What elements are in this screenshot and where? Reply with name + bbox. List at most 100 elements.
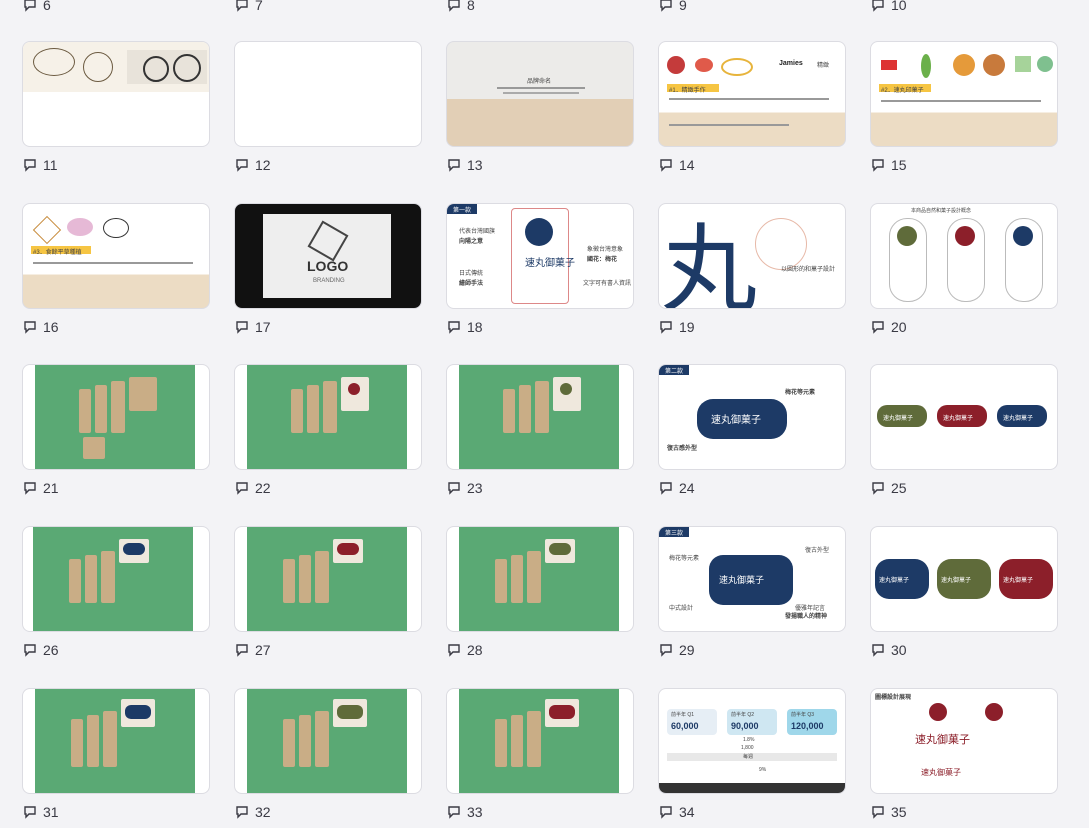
slide-thumbnail-15[interactable]: #2．速丸印菓子 — [870, 41, 1058, 147]
comment-count-10: 10 — [871, 0, 907, 14]
emblem — [929, 703, 947, 721]
box — [503, 389, 515, 433]
comment-count-19: 19 — [659, 318, 695, 336]
brand-text: 速丸御菓子 — [943, 416, 974, 422]
slide-thumbnail-29[interactable]: 第三款 速丸御菓子 梅花等元素 復古外型 中式設計 優雅年記言 發揚職人的精神 — [658, 526, 846, 632]
slide-thumbnail-31[interactable] — [22, 688, 210, 794]
box — [495, 559, 507, 603]
box — [519, 385, 531, 433]
slide-thumbnail-13[interactable]: 品牌命名 — [446, 41, 634, 147]
leaf-icon — [921, 54, 931, 78]
comment-icon — [660, 644, 672, 657]
slide-number: 31 — [43, 804, 59, 820]
slide-number: 8 — [467, 0, 475, 13]
slide-thumbnail-32[interactable] — [234, 688, 422, 794]
brand-text: 速丸御菓子 — [915, 734, 970, 746]
comment-icon — [872, 0, 884, 12]
knot-icon — [695, 58, 713, 72]
slide-thumbnail-33[interactable] — [446, 688, 634, 794]
slide-number: 24 — [679, 480, 695, 496]
note: 向陽之意 — [459, 239, 484, 245]
slide-thumbnail-24[interactable]: 第二款 速丸御菓子 梅花等元素 復古感外型 — [658, 364, 846, 470]
comment-count-27: 27 — [235, 641, 271, 659]
emblem — [1013, 226, 1033, 246]
emblem — [955, 226, 975, 246]
note: 復古外型 — [805, 548, 830, 554]
slide-thumbnail-22[interactable] — [234, 364, 422, 470]
slide-grid: 6 7 8 9 10 11 12 品牌命名 13 Jamies 精緻 #1．精緻… — [0, 0, 1089, 828]
badge-text: 第二款 — [665, 369, 684, 375]
text-line — [881, 100, 1041, 102]
box — [307, 385, 319, 433]
comment-icon — [236, 321, 248, 334]
slide-thumbnail-14[interactable]: Jamies 精緻 #1．精緻手作 — [658, 41, 846, 147]
note: 日式傳統 — [459, 271, 484, 277]
comment-icon — [236, 0, 248, 12]
comment-count-17: 17 — [235, 318, 271, 336]
comment-icon — [660, 321, 672, 334]
text-line — [33, 262, 193, 264]
box — [299, 715, 311, 767]
stat-sub: 1.8% — [743, 737, 755, 743]
seal — [560, 383, 572, 395]
food-icon — [1037, 56, 1053, 72]
box — [315, 551, 329, 603]
slide-thumbnail-26[interactable] — [22, 526, 210, 632]
slide-thumbnail-23[interactable] — [446, 364, 634, 470]
brand-text: 速丸御菓子 — [1003, 578, 1034, 584]
note: 發揚職人的精神 — [785, 614, 828, 620]
box — [527, 551, 541, 603]
slide-thumbnail-28[interactable] — [446, 526, 634, 632]
stat-value: 120,000 — [791, 721, 824, 731]
box — [111, 381, 125, 433]
stat-value: 60,000 — [671, 721, 699, 731]
slide-number: 18 — [467, 319, 483, 335]
comment-count-21: 21 — [23, 479, 59, 497]
brand-text: 速丸御菓子 — [941, 578, 972, 584]
slide-number: 13 — [467, 157, 483, 173]
slide-title: 圖標設計展現 — [875, 695, 912, 701]
slide-thumbnail-30[interactable]: 速丸御菓子 速丸御菓子 速丸御菓子 — [870, 526, 1058, 632]
slide-thumbnail-34[interactable]: 前半年 Q1 60,000 前半年 Q2 90,000 前半年 Q3 120,0… — [658, 688, 846, 794]
slide-thumbnail-19[interactable]: 丸 以圓形的和菓子設計 — [658, 203, 846, 309]
comment-count-32: 32 — [235, 803, 271, 821]
comment-icon — [660, 482, 672, 495]
slide-number: 23 — [467, 480, 483, 496]
slide-thumbnail-35[interactable]: 圖標設計展現 速丸御菓子 速丸御菓子 — [870, 688, 1058, 794]
slide-thumbnail-25[interactable]: 速丸御菓子 速丸御菓子 速丸御菓子 — [870, 364, 1058, 470]
knot-icon — [667, 56, 685, 74]
comment-count-25: 25 — [871, 479, 907, 497]
note: 以圓形的和菓子設計 — [781, 267, 836, 273]
slide-thumbnail-11[interactable] — [22, 41, 210, 147]
slide-thumbnail-21[interactable] — [22, 364, 210, 470]
food-icon — [953, 54, 975, 76]
slide-thumbnail-16[interactable]: #3．食餘平草種植 — [22, 203, 210, 309]
slide-tag: #2．速丸印菓子 — [881, 88, 924, 94]
slide-thumbnail-18[interactable]: 第一款 速丸御菓子 代表台灣國旗 向陽之意 日式傳統 繪師手法 象徵台灣意象 國… — [446, 203, 634, 309]
slide-thumbnail-12[interactable] — [234, 41, 422, 147]
note: 復古感外型 — [667, 446, 698, 452]
emblem — [897, 226, 917, 246]
slide-thumbnail-27[interactable] — [234, 526, 422, 632]
label-shape — [123, 543, 145, 555]
comment-count-23: 23 — [447, 479, 483, 497]
comment-icon — [872, 644, 884, 657]
note: 象徵台灣意象 — [587, 247, 624, 253]
slide-number: 35 — [891, 804, 907, 820]
box — [291, 389, 303, 433]
comment-count-8: 8 — [447, 0, 475, 14]
comment-count-15: 15 — [871, 156, 907, 174]
comment-count-30: 30 — [871, 641, 907, 659]
comment-count-7: 7 — [235, 0, 263, 14]
slide-number: 27 — [255, 642, 271, 658]
slide-thumbnail-20[interactable]: 本商品自然和菓子設計概念 — [870, 203, 1058, 309]
slide-number: 29 — [679, 642, 695, 658]
slide-number: 10 — [891, 0, 907, 13]
box — [83, 437, 105, 459]
comment-count-31: 31 — [23, 803, 59, 821]
slide-thumbnail-17[interactable]: LOGO BRANDING — [234, 203, 422, 309]
comment-count-18: 18 — [447, 318, 483, 336]
box — [69, 559, 81, 603]
comment-count-6: 6 — [23, 0, 51, 14]
food-icon — [983, 54, 1005, 76]
